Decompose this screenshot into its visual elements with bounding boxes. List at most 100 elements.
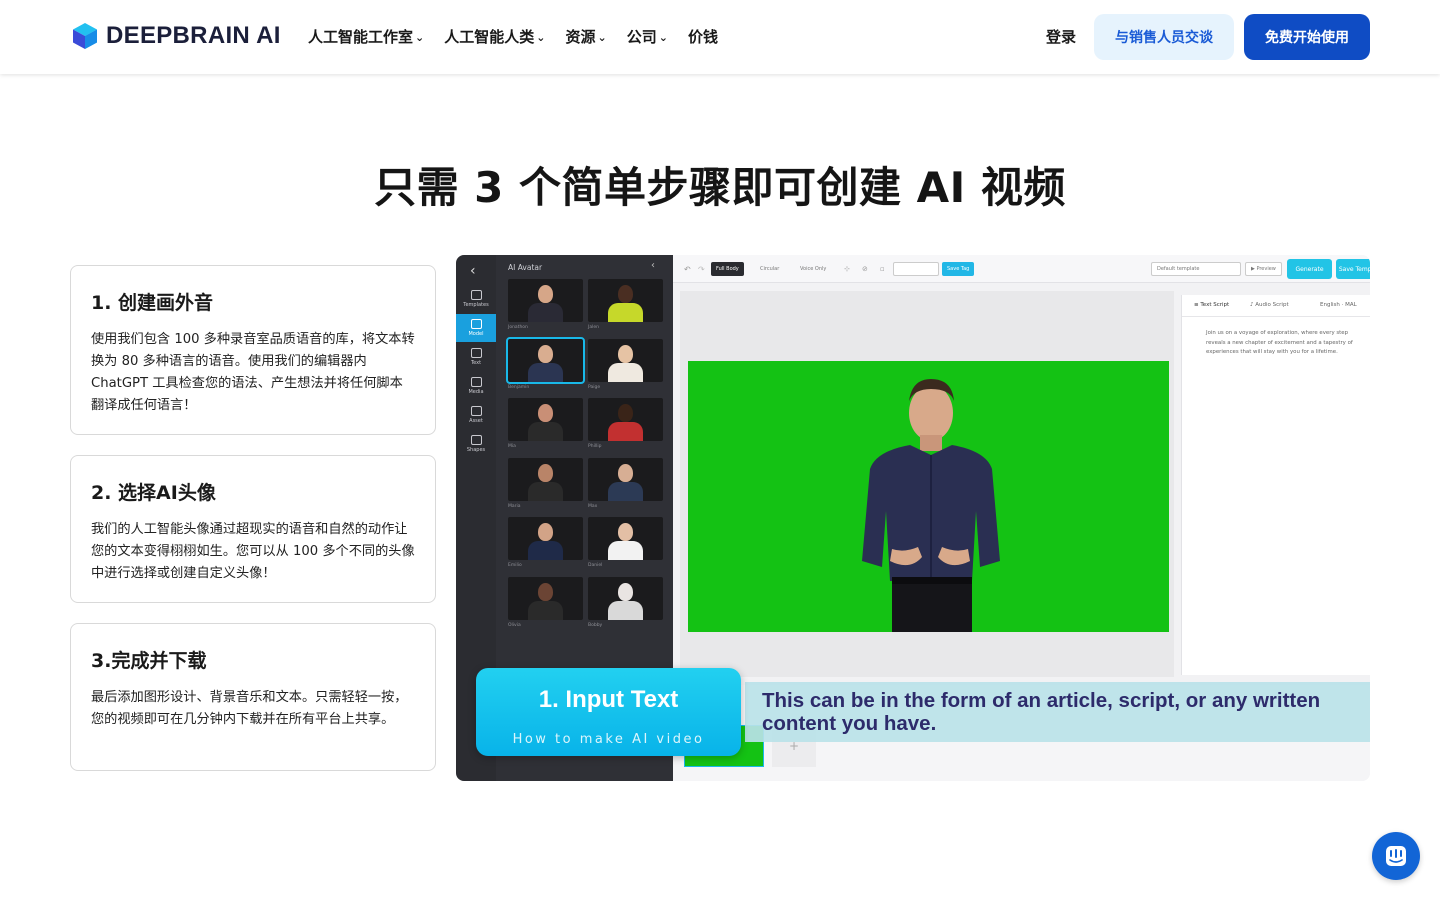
step-card-2[interactable]: 2. 选择AI头像 我们的人工智能头像通过超现实的语音和自然的动作让您的文本变得… [70,455,436,603]
step-title: 3.完成并下载 [91,650,207,672]
caption-text: This can be in the form of an article, s… [762,689,1321,735]
full-body-chip: Full Body [711,262,744,276]
rail-label: Asset [469,418,483,424]
step-description: 最后添加图形设计、背景音乐和文本。只需轻轻一按，您的视频即可在几分钟内下载并在所… [91,690,408,727]
avatar-name: Emilio [508,563,522,568]
avatar-torso [528,481,563,501]
chevron-down-icon: ⌄ [415,31,425,44]
avatar-head [618,404,633,422]
avatar-name: Benjamin [508,384,530,390]
avatar-torso [528,303,563,322]
chat-launcher-button[interactable] [1372,832,1420,880]
start-free-button[interactable]: 免费开始使用 [1244,14,1370,60]
cloud-upload-icon [470,406,482,416]
tab-label: Text Script [1200,302,1230,308]
avatar-torso [608,362,643,382]
avatar-head [618,344,633,363]
brand-logo[interactable]: DEEPBRAIN AI [72,22,281,50]
avatar-name: Jonathon [508,325,528,330]
avatar-head [538,463,553,482]
avatar-torso [608,541,643,560]
avatar-head [538,285,553,303]
avatar-thumbnail [588,517,663,560]
chevron-down-icon: ⌄ [658,31,668,44]
avatar-thumbnail [506,336,585,384]
hide-icon: ⊘ [862,265,868,273]
step-overlay-label: 1. Input Text How to make AI video [476,668,741,756]
step-card-1[interactable]: 1. 创建画外音 使用我们包含 100 多种录音室品质语音的库，将文本转换为 8… [70,265,436,435]
rail-templates: Templates [456,285,496,313]
rail-asset: Asset [456,401,496,429]
voice-only-chip: Voice Only [800,266,827,272]
avatar-thumbnail [588,398,663,441]
model-icon [470,319,482,329]
step-overlay-subtitle: How to make AI video [512,732,705,747]
language-select: English · MAL [1320,302,1357,308]
script-text: Join us on a voyage of exploration, wher… [1206,330,1353,356]
avatar-thumbnail [508,576,583,620]
avatar-torso [608,481,643,501]
gesture-icon: ⊹ [844,265,850,273]
rail-shapes: Shapes [456,430,496,458]
lock-icon: ▫ [880,265,885,273]
script-panel: ≡ Text Script ♪ Audio Script English · M… [1181,295,1370,675]
avatar-torso [528,541,563,560]
avatar-thumbnail [588,457,663,501]
avatar-torso [528,600,563,620]
rail-label: Text [470,360,482,366]
avatar-head [618,523,633,541]
nav-ai-studio[interactable]: 人工智能工作室 ⌄ [308,26,424,47]
shapes-icon [470,435,482,445]
nav-pricing[interactable]: 价钱 [688,26,718,47]
brand-name: DEEPBRAIN AI [106,22,281,49]
nav-label: 资源 [565,28,596,46]
step-title: 1. 创建画外音 [91,292,214,314]
nav-label: 人工智能工作室 [308,28,414,46]
avatar-thumbnail [588,279,663,322]
step-card-3[interactable]: 3.完成并下载 最后添加图形设计、背景音乐和文本。只需轻轻一按，您的视频即可在几… [70,623,436,771]
nav-ai-human[interactable]: 人工智能人类 ⌄ [444,26,545,47]
talk-to-sales-button[interactable]: 与销售人员交谈 [1094,14,1234,60]
nav-company[interactable]: 公司 ⌄ [627,26,668,47]
rail-label: Shapes [466,447,486,453]
avatar-head [538,344,553,363]
avatar-head [538,404,553,422]
avatar-torso [528,362,563,382]
chevron-down-icon: ⌄ [536,31,546,44]
avatar-head [538,523,553,541]
tag-input [893,262,939,276]
nav-resources[interactable]: 资源 ⌄ [565,26,606,47]
save-template-chip: Save Templ [1336,259,1370,279]
preview-label: Preview [1256,266,1276,272]
template-select: Default template [1151,262,1241,276]
main-nav: 人工智能工作室 ⌄ 人工智能人类 ⌄ 资源 ⌄ 公司 ⌄ 价钱 [308,26,718,47]
tab-label: Audio Script [1255,302,1289,308]
avatar-head [618,285,633,303]
avatar-name: Mia [508,444,516,449]
rail-label: Media [468,389,484,395]
green-screen-scene [688,361,1169,632]
presenter-avatar [862,379,1000,632]
nav-label: 公司 [626,28,657,46]
avatar-name: Jalen [588,325,599,330]
template-label: Default template [1157,266,1200,272]
generate-chip: Generate [1287,259,1332,279]
avatar-name: Paige [588,384,601,390]
nav-label: 价钱 [687,28,718,46]
avatar-name: Maria [508,503,521,509]
text-icon [470,348,482,358]
avatar-name: Max [588,503,598,509]
avatar-thumbnail [588,576,663,620]
step-description: 我们的人工智能头像通过超现实的语音和自然的动作让您的文本变得栩栩如生。您可以从 … [91,522,415,581]
nav-label: 人工智能人类 [444,28,535,46]
login-link[interactable]: 登录 [1046,26,1076,47]
avatar-name: Daniel [588,563,603,568]
step-overlay-title: 1. Input Text [538,686,679,713]
avatar-thumbnail [508,279,583,322]
tab-audio-script: ♪ Audio Script [1250,302,1289,308]
step-description: 使用我们包含 100 多种录音室品质语音的库，将文本转换为 80 多种语言的语音… [91,332,415,413]
collapse-chevron-icon: ‹ [651,260,655,271]
brand-cube-icon [73,23,97,49]
avatar-torso [608,422,643,441]
preview-chip: ▶ Preview [1245,262,1282,276]
